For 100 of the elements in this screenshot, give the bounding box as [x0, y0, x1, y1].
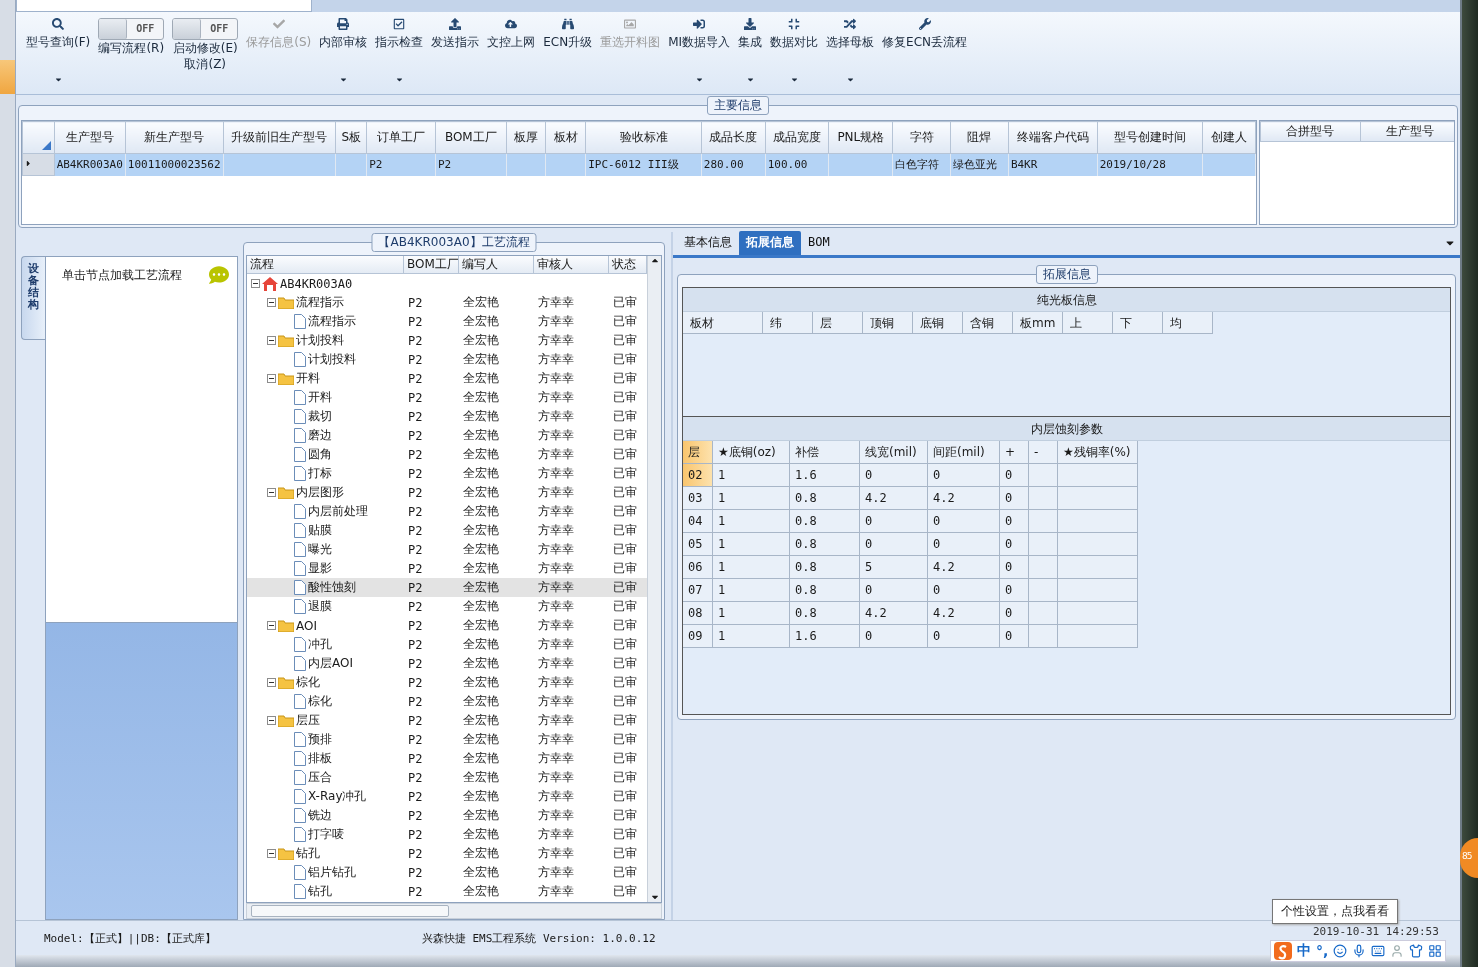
column-header[interactable]: 订单工厂	[366, 121, 436, 154]
table-cell[interactable]: 0	[928, 533, 1000, 556]
toolbar-button[interactable]: 集成	[734, 14, 767, 92]
table-row[interactable]: AB4KR003A0 10011000023562 P2 P2 IPC-6012 III级 280.00 100.00 白色字符 绿色亚光 B4KR 2019/10/28	[22, 153, 1256, 176]
table-cell[interactable]: 03	[683, 487, 713, 510]
column-header[interactable]: 层	[683, 441, 713, 464]
column-header[interactable]: -	[1029, 441, 1058, 464]
column-header[interactable]: 阻焊	[950, 121, 1009, 154]
tree-row[interactable]: 棕化 P2 全宏艳 方幸幸 已审	[247, 692, 647, 711]
toggle-switch[interactable]: OFF	[98, 18, 165, 40]
table-cell[interactable]: 4.2	[928, 487, 1000, 510]
table-cell[interactable]: 0	[860, 464, 928, 487]
column-header[interactable]: 新生产型号	[125, 121, 224, 154]
table-cell[interactable]: 5	[860, 556, 928, 579]
document-tab[interactable]	[16, 0, 312, 12]
column-header[interactable]: 底铜	[913, 312, 963, 334]
keyboard-icon[interactable]	[1371, 944, 1386, 958]
table-cell[interactable]: 1	[713, 579, 790, 602]
column-header[interactable]: 板材	[683, 312, 763, 334]
toolbar-button[interactable]: 修复ECN丢流程	[878, 14, 972, 92]
column-header[interactable]: 升级前旧生产型号	[223, 121, 336, 154]
column-header[interactable]: 成品宽度	[765, 121, 829, 154]
table-cell[interactable]: 1	[713, 464, 790, 487]
expander-icon[interactable]	[267, 374, 276, 383]
tree-row[interactable]: 钻孔 P2 全宏艳 方幸幸 已审	[247, 844, 647, 863]
table-cell[interactable]: 0	[1000, 510, 1029, 533]
grid-icon[interactable]	[1428, 944, 1443, 958]
vertical-scrollbar[interactable]	[647, 256, 661, 902]
tree-row[interactable]: 钻孔 P2 全宏艳 方幸幸 已审	[247, 882, 647, 901]
tree-row[interactable]: 显影 P2 全宏艳 方幸幸 已审	[247, 559, 647, 578]
tree-row[interactable]: X-Ray冲孔 P2 全宏艳 方幸幸 已审	[247, 787, 647, 806]
table-cell[interactable]: 1	[713, 487, 790, 510]
ime-toolbar[interactable]: 中 °,	[1270, 940, 1447, 962]
tree-row[interactable]: 流程指示 P2 全宏艳 方幸幸 已审	[247, 312, 647, 331]
column-header[interactable]: 板mm	[1013, 312, 1063, 334]
column-header[interactable]: BOM工厂	[404, 256, 459, 274]
tree-row[interactable]: 退膜 P2 全宏艳 方幸幸 已审	[247, 597, 647, 616]
column-header[interactable]: S板	[335, 121, 367, 154]
column-header[interactable]: 板材	[545, 121, 586, 154]
tree-row[interactable]: 内层前处理 P2 全宏艳 方幸幸 已审	[247, 502, 647, 521]
tree-row[interactable]: 棕化 P2 全宏艳 方幸幸 已审	[247, 673, 647, 692]
toolbar-button[interactable]: 指示检查	[371, 14, 428, 92]
tree-row[interactable]: 层压 P2 全宏艳 方幸幸 已审	[247, 711, 647, 730]
table-cell[interactable]: 1	[713, 556, 790, 579]
table-cell[interactable]: 1.6	[790, 464, 860, 487]
tree-row[interactable]: 圆角 P2 全宏艳 方幸幸 已审	[247, 445, 647, 464]
table-cell[interactable]: 0	[860, 510, 928, 533]
table-cell[interactable]: 0	[860, 625, 928, 648]
column-header[interactable]: ★底铜(oz)	[713, 441, 790, 464]
column-header[interactable]: 下	[1113, 312, 1163, 334]
column-header[interactable]: 顶铜	[863, 312, 913, 334]
table-cell[interactable]: 0	[860, 579, 928, 602]
column-header[interactable]: 型号创建时间	[1097, 121, 1203, 154]
table-cell[interactable]: 0	[1000, 464, 1029, 487]
expander-icon[interactable]	[267, 621, 276, 630]
table-cell[interactable]: 1	[713, 510, 790, 533]
tree-row[interactable]: 曝光 P2 全宏艳 方幸幸 已审	[247, 540, 647, 559]
column-header[interactable]: 审核人	[534, 256, 609, 274]
toolbar-button[interactable]: 数据对比	[766, 14, 823, 92]
table-cell[interactable]: 4.2	[860, 487, 928, 510]
table-cell[interactable]: 07	[683, 579, 713, 602]
tree-row[interactable]: 内层图形 P2 全宏艳 方幸幸 已审	[247, 483, 647, 502]
column-header[interactable]: 字符	[892, 121, 951, 154]
table-cell[interactable]: 0.8	[790, 556, 860, 579]
tree-row[interactable]: AB4KR003A0	[247, 274, 647, 293]
table-cell[interactable]: 08	[683, 602, 713, 625]
column-header[interactable]: 线宽(mil)	[860, 441, 928, 464]
table-cell[interactable]: 0.8	[790, 510, 860, 533]
column-header[interactable]: 间距(mil)	[928, 441, 1000, 464]
tab[interactable]: BOM	[801, 231, 837, 255]
tab[interactable]: 基本信息	[677, 231, 739, 255]
expander-icon[interactable]	[267, 336, 276, 345]
column-header[interactable]: 验收标准	[585, 121, 702, 154]
table-cell[interactable]: 0	[1000, 579, 1029, 602]
tree-row[interactable]: AOI P2 全宏艳 方幸幸 已审	[247, 616, 647, 635]
table-cell[interactable]: 0	[1000, 602, 1029, 625]
expander-icon[interactable]	[267, 488, 276, 497]
vertical-tab[interactable]: 设备结构	[21, 256, 45, 340]
tree-row[interactable]: 计划投料 P2 全宏艳 方幸幸 已审	[247, 350, 647, 369]
microphone-icon[interactable]	[1352, 944, 1367, 958]
table-cell[interactable]: 0.8	[790, 533, 860, 556]
tree-row[interactable]: 流程指示 P2 全宏艳 方幸幸 已审	[247, 293, 647, 312]
expander-icon[interactable]	[267, 716, 276, 725]
tree-row[interactable]: 裁切 P2 全宏艳 方幸幸 已审	[247, 407, 647, 426]
tree-row[interactable]: 计划投料 P2 全宏艳 方幸幸 已审	[247, 331, 647, 350]
toggle-switch[interactable]: OFF	[172, 18, 239, 40]
tree-row[interactable]: 内层AOI P2 全宏艳 方幸幸 已审	[247, 654, 647, 673]
table-cell[interactable]: 0	[1000, 625, 1029, 648]
column-header[interactable]: 生产型号	[1360, 121, 1454, 142]
tree-row[interactable]: 铝片钻孔 P2 全宏艳 方幸幸 已审	[247, 863, 647, 882]
table-cell[interactable]: 1	[713, 625, 790, 648]
toolbar-button[interactable]: MI数据导入	[664, 14, 735, 92]
ime-language[interactable]: 中	[1297, 942, 1311, 960]
table-cell[interactable]: 0.8	[790, 579, 860, 602]
table-cell[interactable]: 0	[928, 579, 1000, 602]
tree-row[interactable]: 开料 P2 全宏艳 方幸幸 已审	[247, 369, 647, 388]
column-header[interactable]: 纬	[763, 312, 813, 334]
table-cell[interactable]: 0	[1000, 487, 1029, 510]
tree-row[interactable]: 开料 P2 全宏艳 方幸幸 已审	[247, 388, 647, 407]
tree-row[interactable]: 预排 P2 全宏艳 方幸幸 已审	[247, 730, 647, 749]
